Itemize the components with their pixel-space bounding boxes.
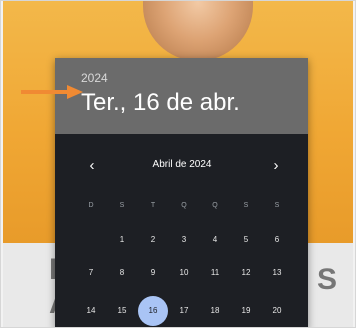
calendar-day[interactable]: 1	[110, 230, 134, 250]
calendar-day[interactable]: 20	[265, 301, 289, 321]
picker-year[interactable]: 2024	[81, 71, 108, 85]
weekday-label: T	[150, 202, 156, 209]
background-heading-right: S	[317, 263, 338, 296]
calendar-day[interactable]: 7	[79, 263, 103, 283]
calendar-day[interactable]: 19	[234, 301, 258, 321]
chevron-right-icon[interactable]: ›	[266, 156, 286, 176]
chevron-left-icon[interactable]: ‹	[82, 156, 102, 176]
month-label: Abril de 2024	[152, 159, 212, 170]
picker-selected-date: Ter., 16 de abr.	[81, 89, 240, 116]
weekday-label: S	[119, 202, 125, 209]
annotation-arrow-icon	[21, 85, 83, 99]
calendar-day[interactable]: 2	[141, 230, 165, 250]
calendar-day[interactable]: 6	[265, 230, 289, 250]
screenshot-frame: F A S 2024 Ter., 16 de abr. ‹ Abril de 2…	[0, 0, 356, 328]
weekday-label: Q	[181, 202, 187, 209]
month-navigation: ‹ Abril de 2024 ›	[55, 156, 308, 176]
weekday-label: D	[88, 202, 94, 209]
calendar-day[interactable]: 5	[234, 230, 258, 250]
weekday-header: DSTQQSS	[79, 202, 298, 214]
calendar-day[interactable]: 15	[110, 301, 134, 321]
selected-day[interactable]: 16	[138, 296, 168, 326]
calendar-day[interactable]: 12	[234, 263, 258, 283]
weekday-label: S	[243, 202, 249, 209]
calendar-day[interactable]: 9	[141, 263, 165, 283]
background-person-image	[143, 1, 253, 61]
calendar-day[interactable]: 13	[265, 263, 289, 283]
calendar-day[interactable]: 8	[110, 263, 134, 283]
calendar-day[interactable]: 10	[172, 263, 196, 283]
weekday-label: Q	[212, 202, 218, 209]
calendar-day[interactable]: 4	[203, 230, 227, 250]
date-picker-dialog: 2024 Ter., 16 de abr. ‹ Abril de 2024 › …	[55, 58, 308, 327]
calendar-day[interactable]: 18	[203, 301, 227, 321]
calendar-day[interactable]: 14	[79, 301, 103, 321]
date-picker-header: 2024 Ter., 16 de abr.	[55, 58, 308, 134]
calendar-day[interactable]: 17	[172, 301, 196, 321]
calendar-day[interactable]: 11	[203, 263, 227, 283]
calendar-day[interactable]: 3	[172, 230, 196, 250]
weekday-label: S	[274, 202, 280, 209]
